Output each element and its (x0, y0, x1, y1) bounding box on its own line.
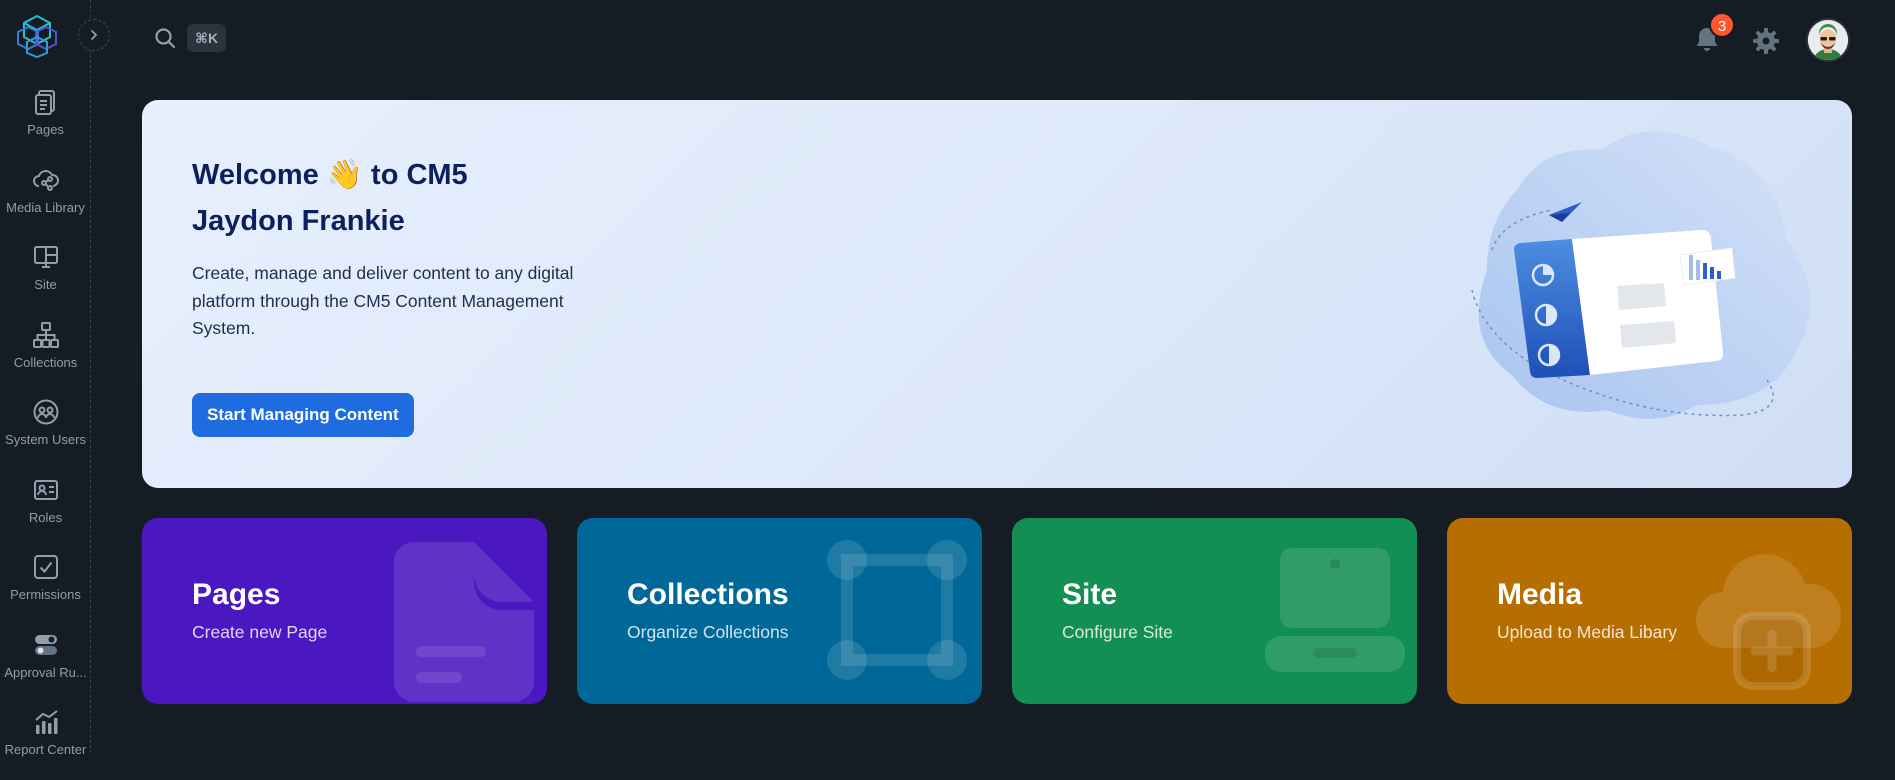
permissions-icon (33, 555, 58, 579)
dashboard-illustration-icon (1471, 131, 1810, 419)
welcome-title: Welcome 👋 to CM5 Jaydon Frankie (192, 152, 468, 244)
approval-rules-icon (34, 634, 57, 655)
sidebar-nav: Pages Media Library Site Collections Sys… (0, 82, 91, 780)
sidebar-item-media-library[interactable]: Media Library (0, 160, 91, 238)
collections-card[interactable]: Collections Organize Collections (577, 518, 982, 704)
card-title: Pages (192, 578, 281, 611)
search-shortcut-badge: ⌘K (187, 24, 227, 52)
media-card[interactable]: Media Upload to Media Libary (1447, 518, 1852, 704)
sidebar-item-label: System Users (5, 432, 86, 447)
sidebar-item-label: Report Center (4, 742, 87, 757)
cloud-upload-icon (1695, 554, 1842, 690)
site-card[interactable]: Site Configure Site (1012, 518, 1417, 704)
sidebar-item-label: Approval Ru... (4, 664, 87, 680)
sidebar-item-pages[interactable]: Pages (0, 82, 91, 160)
wave-emoji-icon: 👋 (326, 159, 363, 191)
media-library-icon (32, 169, 59, 191)
sidebar-item-approval-rules[interactable]: Approval Ru... (0, 625, 91, 703)
welcome-banner: Welcome 👋 to CM5 Jaydon Frankie Create, … (142, 100, 1852, 488)
welcome-description: Create, manage and deliver content to an… (192, 263, 574, 338)
card-subtitle: Create new Page (192, 622, 328, 642)
card-subtitle: Organize Collections (627, 622, 789, 642)
collections-icon (32, 321, 59, 348)
sidebar-collapse-button[interactable] (78, 19, 110, 51)
sidebar-item-label: Site (34, 277, 57, 292)
laptop-icon (1265, 548, 1405, 672)
card-title: Collections (627, 578, 789, 611)
card-title: Media (1497, 578, 1583, 611)
card-title: Site (1062, 578, 1118, 611)
start-managing-content-button[interactable]: Start Managing Content (192, 393, 414, 437)
site-icon (33, 246, 58, 268)
card-subtitle: Upload to Media Libary (1497, 622, 1677, 642)
sidebar-item-report-center[interactable]: Report Center (0, 702, 91, 780)
logo-icon[interactable] (14, 12, 60, 58)
sidebar-item-label: Permissions (10, 587, 81, 602)
avatar-image (1808, 20, 1848, 60)
pages-card[interactable]: Pages Create new Page (142, 518, 547, 704)
vector-square-icon (827, 540, 967, 680)
sidebar-item-permissions[interactable]: Permissions (0, 547, 91, 625)
notifications-badge: 3 (1709, 12, 1735, 38)
chevron-right-icon (91, 30, 98, 40)
user-avatar[interactable] (1806, 18, 1850, 62)
sidebar-item-site[interactable]: Site (0, 237, 91, 315)
sidebar-item-label: Collections (13, 354, 78, 370)
sidebar-item-label: Media Library (6, 199, 85, 215)
document-icon (394, 542, 534, 702)
welcome-suffix: to CM5 (371, 159, 468, 191)
pages-icon (34, 90, 55, 115)
sidebar-item-label: Pages (27, 122, 64, 137)
sidebar: Pages Media Library Site Collections Sys… (0, 0, 91, 757)
sidebar-item-system-users[interactable]: System Users (0, 392, 91, 470)
system-users-icon (33, 399, 58, 425)
welcome-user-name: Jaydon Frankie (192, 205, 405, 237)
sidebar-item-roles[interactable]: Roles (0, 470, 91, 548)
sidebar-item-collections[interactable]: Collections (0, 315, 91, 393)
sidebar-item-label: Roles (28, 509, 63, 525)
roles-icon (33, 479, 58, 500)
report-center-icon (34, 710, 58, 734)
search-button[interactable]: ⌘K (153, 24, 227, 52)
search-icon (155, 28, 176, 49)
settings-gear-icon[interactable] (1751, 26, 1781, 56)
card-subtitle: Configure Site (1062, 622, 1173, 642)
welcome-prefix: Welcome (192, 159, 319, 191)
